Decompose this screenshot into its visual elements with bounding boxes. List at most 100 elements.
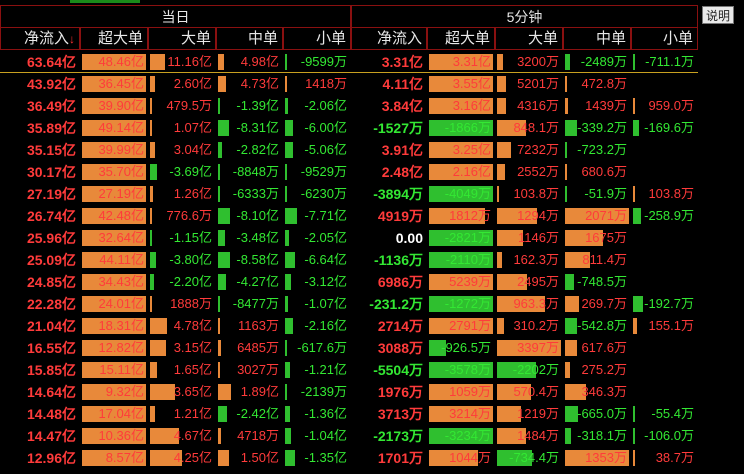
col-header-label: 超大单 <box>444 30 490 47</box>
cell-value: -6.64亿 <box>304 252 347 267</box>
cell-daily-super-large: 15.11亿 <box>80 359 148 381</box>
cell-five-min-small: 959.0万 <box>631 95 698 117</box>
cell-value: 155.1万 <box>648 318 694 333</box>
cell-value: 479.5万 <box>166 98 212 113</box>
col-header-five-min-super-large[interactable]: 超大单 <box>427 27 495 50</box>
col-header-daily-large[interactable]: 大单 <box>148 27 216 50</box>
table-row[interactable]: 26.74亿 42.48亿 776.6万 -8.10亿 -7.71亿 4919万 1812万… <box>0 205 744 227</box>
cell-five-min-super-large: 1059万 <box>427 381 495 403</box>
inflow-bar <box>633 98 635 114</box>
cell-value: 680.6万 <box>581 164 627 179</box>
col-header-daily-medium[interactable]: 中单 <box>216 27 283 50</box>
cell-daily-medium: 4718万 <box>216 425 283 447</box>
table-row[interactable]: 27.19亿 27.19亿 1.26亿 -6333万 -6230万 -3894万 -4049… <box>0 183 744 205</box>
cell-value: -2489万 <box>580 54 627 69</box>
cell-daily-super-large: 32.64亿 <box>80 227 148 249</box>
cell-value: -665.0万 <box>577 406 627 421</box>
cell-value: -4049万 <box>444 186 491 201</box>
cell-daily-medium: -8.10亿 <box>216 205 283 227</box>
table-row[interactable]: 35.15亿 39.99亿 3.04亿 -2.82亿 -5.06亿 3.91亿 3.25亿 7… <box>0 139 744 161</box>
table-row[interactable]: 30.17亿 35.70亿 -3.69亿 -8848万 -9529万 2.48亿 2.16亿… <box>0 161 744 183</box>
cell-value: -542.8万 <box>577 318 627 333</box>
col-header-five-min-net-inflow[interactable]: 净流入 <box>351 27 427 50</box>
col-header-five-min-large[interactable]: 大单 <box>495 27 563 50</box>
cell-daily-large: 1.07亿 <box>148 117 216 139</box>
cell-value: -8.58亿 <box>236 252 279 267</box>
outflow-bar <box>565 142 567 158</box>
table-row[interactable]: 14.48亿 17.04亿 1.21亿 -2.42亿 -1.36亿 3713万 3214万 1… <box>0 403 744 425</box>
cell-daily-medium: 4.73亿 <box>216 73 283 95</box>
col-header-five-min-small[interactable]: 小单 <box>631 27 698 50</box>
cell-value: -258.9万 <box>644 208 694 223</box>
outflow-bar <box>285 54 287 70</box>
table-row[interactable]: 12.96亿 8.57亿 4.25亿 1.50亿 -1.35亿 1701万 1044万 -73… <box>0 447 744 469</box>
cell-daily-small: -2.05亿 <box>283 227 351 249</box>
cell-value: 2.60亿 <box>173 76 212 91</box>
table-row[interactable]: 21.04亿 18.31亿 4.78亿 1163万 -2.16亿 2714万 2791万 31… <box>0 315 744 337</box>
table-row[interactable]: 43.92亿 36.45亿 2.60亿 4.73亿 1418万 4.11亿 3.55亿 520… <box>0 73 744 95</box>
cell-value: -318.1万 <box>577 428 627 443</box>
cell-value: 4.98亿 <box>240 54 279 69</box>
cell-value: 3200万 <box>517 54 559 69</box>
cell-five-min-large: 5201万 <box>495 73 563 95</box>
table-row[interactable]: 63.64亿 48.46亿 11.16亿 4.98亿 -9599万 3.31亿 3.31亿 3… <box>0 51 744 73</box>
cell-value: -1866万 <box>444 120 491 135</box>
net-inflow-value: 3.84亿 <box>381 98 423 114</box>
cell-value: 4.73亿 <box>240 76 279 91</box>
col-header-daily-small[interactable]: 小单 <box>283 27 351 50</box>
col-header-daily-net-inflow[interactable]: 净流入↓ <box>0 27 80 50</box>
table-row[interactable]: 22.28亿 24.01亿 1888万 -8477万 -1.07亿 -231.2万 -127… <box>0 293 744 315</box>
col-header-five-min-medium[interactable]: 中单 <box>563 27 631 50</box>
table-row[interactable]: 14.47亿 10.36亿 4.67亿 4718万 -1.04亿 -2173万 -3234万… <box>0 425 744 447</box>
table-row[interactable]: 35.89亿 49.14亿 1.07亿 -8.31亿 -6.00亿 -1527万 -1866… <box>0 117 744 139</box>
col-header-daily-super-large[interactable]: 超大单 <box>80 27 148 50</box>
net-inflow-value: -2173万 <box>373 428 423 444</box>
cell-value: 8.57亿 <box>105 450 144 465</box>
active-tab-indicator[interactable] <box>70 0 140 3</box>
cell-value: 4.67亿 <box>173 428 212 443</box>
cell-daily-medium: -8.58亿 <box>216 249 283 271</box>
cell-five-min-super-large: 2791万 <box>427 315 495 337</box>
net-inflow-value: 63.64亿 <box>26 54 76 70</box>
cell-daily-medium: -8.31亿 <box>216 117 283 139</box>
inflow-bar <box>218 428 221 444</box>
table-row[interactable]: 15.85亿 15.11亿 1.65亿 3027万 -1.21亿 -5504万 -3578万… <box>0 359 744 381</box>
cell-value: -6333万 <box>232 186 279 201</box>
table-row[interactable]: 14.64亿 9.32亿 3.65亿 1.89亿 -2139万 1976万 1059万 570… <box>0 381 744 403</box>
net-inflow-value: -3894万 <box>373 186 423 202</box>
cell-daily-large: 4.67亿 <box>148 425 216 447</box>
outflow-bar <box>218 120 229 136</box>
table-row[interactable]: 25.96亿 32.64亿 -1.15亿 -3.48亿 -2.05亿 0.00 -2821万… <box>0 227 744 249</box>
cell-value: 1.07亿 <box>173 120 212 135</box>
cell-value: -2.82亿 <box>236 142 279 157</box>
cell-value: -8.31亿 <box>236 120 279 135</box>
table-row[interactable]: 36.49亿 39.90亿 479.5万 -1.39亿 -2.06亿 3.84亿 3.16亿… <box>0 95 744 117</box>
net-inflow-value: 3713万 <box>377 406 423 422</box>
cell-daily-small: -6.00亿 <box>283 117 351 139</box>
cell-value: 15.11亿 <box>99 362 144 377</box>
cell-value: 3.16亿 <box>452 98 491 113</box>
cell-value: -2.06亿 <box>304 98 347 113</box>
help-button[interactable]: 说明 <box>702 6 734 24</box>
cell-five-min-large: 2495万 <box>495 271 563 293</box>
cell-value: 2.16亿 <box>452 164 491 179</box>
net-inflow-value: 14.64亿 <box>26 384 76 400</box>
net-inflow-value: 25.09亿 <box>26 252 76 268</box>
cell-daily-net-inflow: 24.85亿 <box>0 271 80 293</box>
table-row[interactable]: 16.55亿 12.82亿 3.15亿 6485万 -617.6万 3088万 -926.5… <box>0 337 744 359</box>
cell-value: 32.64亿 <box>98 230 144 245</box>
cell-five-min-super-large: 3.31亿 <box>427 51 495 73</box>
cell-value: 6485万 <box>237 340 279 355</box>
inflow-bar <box>565 76 567 92</box>
cell-five-min-large: 7232万 <box>495 139 563 161</box>
outflow-bar <box>285 450 295 466</box>
cell-value: -1.35亿 <box>304 450 347 465</box>
cell-daily-super-large: 9.32亿 <box>80 381 148 403</box>
cell-daily-large: -1.15亿 <box>148 227 216 249</box>
table-row[interactable]: 25.09亿 44.11亿 -3.80亿 -8.58亿 -6.64亿 -1136万 -211… <box>0 249 744 271</box>
inflow-bar <box>150 186 153 202</box>
table-row[interactable]: 24.85亿 34.43亿 -2.20亿 -4.27亿 -3.12亿 6986万 5239万… <box>0 271 744 293</box>
inflow-bar <box>565 362 570 378</box>
inflow-bar <box>150 296 152 312</box>
cell-daily-super-large: 27.19亿 <box>80 183 148 205</box>
